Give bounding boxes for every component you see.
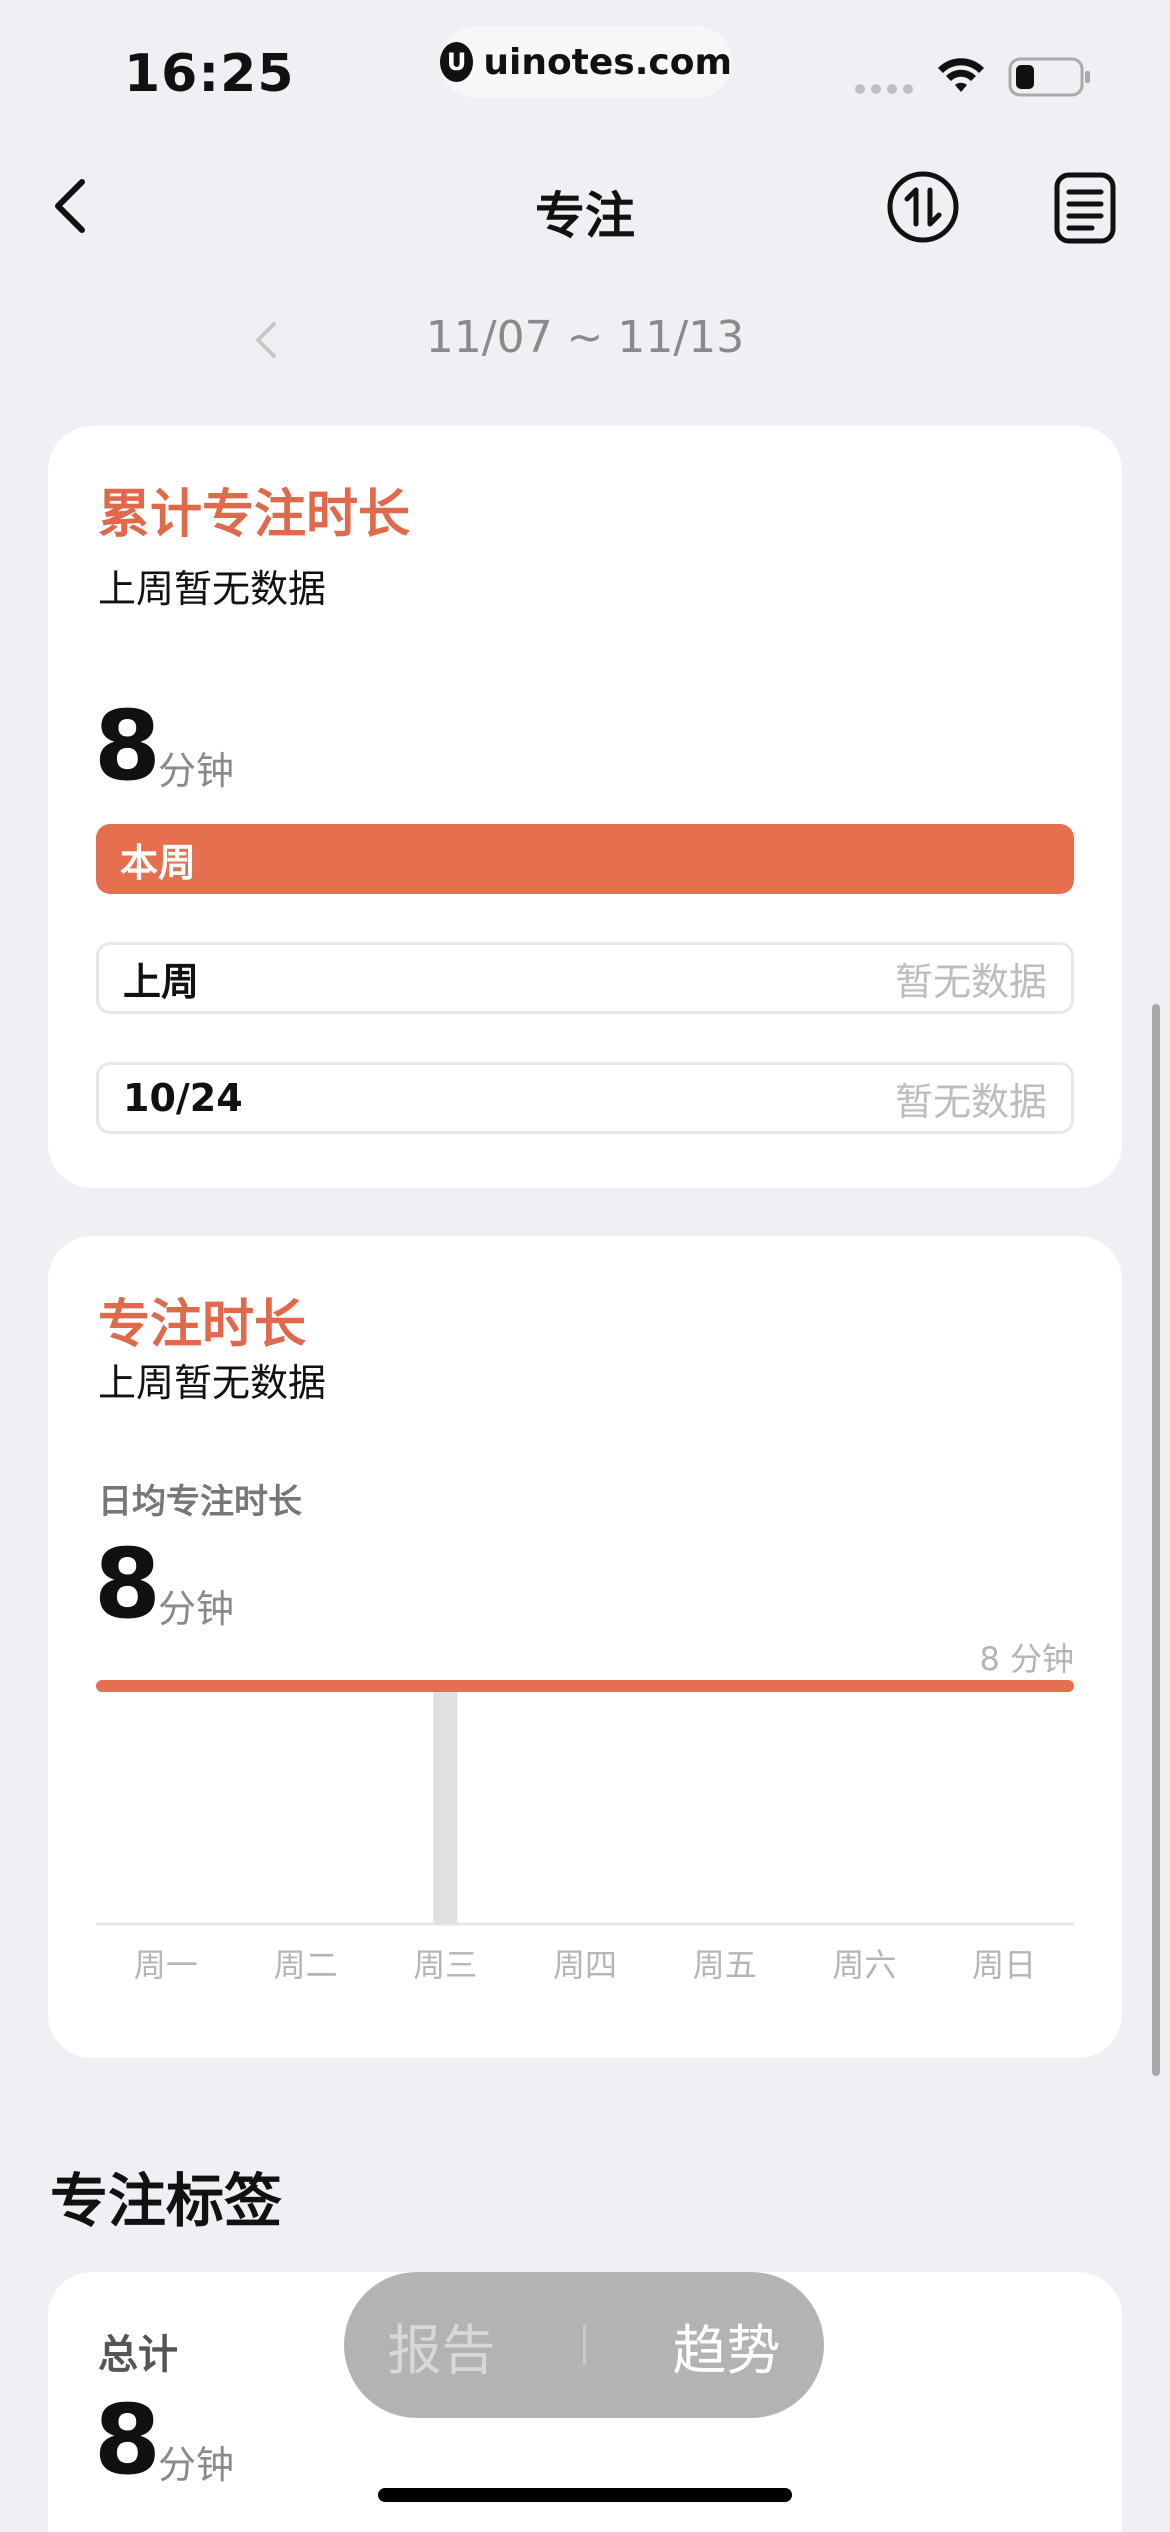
chart-tick-label: 周六 — [832, 1946, 896, 1984]
focus-duration-chart: 周一 周二 周三 周四 周五 周六 周日 8 分钟 — [96, 1640, 1074, 1984]
wifi-icon — [938, 58, 984, 92]
last-week-row: 上周 暂无数据 — [96, 942, 1074, 1014]
scrollbar[interactable] — [1152, 1004, 1160, 2076]
bottom-tab-switch: 报告 趋势 — [344, 2272, 824, 2418]
tab-trend[interactable]: 趋势 — [673, 2306, 781, 2385]
date-row-value: 暂无数据 — [894, 1079, 1047, 1124]
chart-tick-label: 周一 — [134, 1946, 198, 1984]
battery-icon — [1008, 57, 1090, 97]
chart-tick-label: 周五 — [693, 1946, 757, 1984]
chart-reference-line — [96, 1680, 1074, 1692]
cumulative-unit: 分钟 — [158, 749, 235, 793]
last-week-value: 暂无数据 — [894, 959, 1047, 1004]
cumulative-title: 累计专注时长 — [98, 485, 411, 545]
this-week-label: 本周 — [120, 840, 197, 885]
focus-duration-card: 专注时长 上周暂无数据 日均专注时长 8 分钟 周一 周二 周三 周四 周五 周六 周日 8 … — [48, 1236, 1122, 2058]
url-pill[interactable]: U uinotes.com — [440, 26, 732, 98]
tab-report[interactable]: 报告 — [388, 2306, 496, 2385]
date-row: 10/24 暂无数据 — [96, 1062, 1074, 1134]
signal-icon — [855, 84, 913, 94]
chart-tick-label: 周四 — [553, 1946, 617, 1984]
date-row-label: 10/24 — [123, 1076, 243, 1120]
chart-tick-label: 周二 — [274, 1946, 338, 1984]
home-indicator — [378, 2488, 792, 2502]
url-text: uinotes.com — [483, 41, 732, 83]
this-week-bar: 本周 — [96, 824, 1074, 894]
cumulative-focus-card: 累计专注时长 上周暂无数据 8 分钟 本周 上周 暂无数据 10/24 暂无数据 — [48, 426, 1122, 1188]
document-icon[interactable] — [1054, 172, 1116, 244]
chart-reference-label: 8 分钟 — [979, 1640, 1074, 1678]
site-logo-icon: U — [440, 42, 474, 82]
cumulative-total: 8 — [94, 690, 161, 802]
tags-total-value: 8 — [94, 2384, 161, 2496]
sort-icon[interactable] — [886, 170, 960, 244]
chart-tick-label: 周三 — [413, 1946, 477, 1984]
week-range: 11/07 ~ 11/13 — [425, 312, 745, 363]
last-week-label: 上周 — [123, 959, 200, 1004]
tab-divider — [582, 2325, 586, 2365]
tags-total-label: 总计 — [98, 2332, 178, 2378]
focus-stats-screen: 16:25 U uinotes.com 专注 11/07 ~ 11/13 累计专… — [0, 0, 1170, 2532]
status-time: 16:25 — [124, 44, 295, 104]
chart-bar-3 — [433, 1686, 458, 1924]
chart-tick-label: 周日 — [972, 1946, 1036, 1984]
cumulative-subtitle: 上周暂无数据 — [98, 567, 327, 611]
page-title: 专注 — [535, 187, 635, 245]
tags-total-unit: 分钟 — [158, 2443, 235, 2487]
focus-tags-title: 专注标签 — [50, 2167, 283, 2235]
